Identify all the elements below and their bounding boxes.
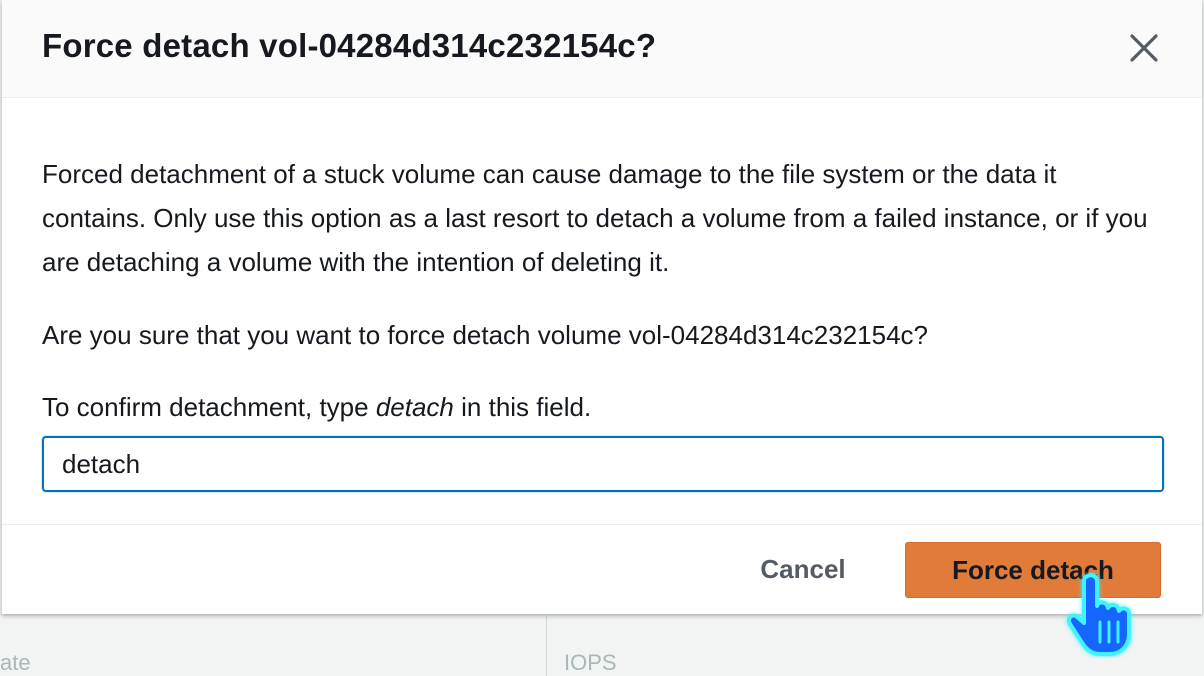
background-panel-left	[0, 616, 547, 676]
dialog-title: Force detach vol-04284d314c232154c?	[42, 27, 657, 64]
force-detach-dialog: Force detach vol-04284d314c232154c? Forc…	[2, 0, 1202, 614]
close-icon	[1130, 34, 1158, 62]
confirmation-question: Are you sure that you want to force deta…	[42, 320, 929, 350]
cancel-button[interactable]: Cancel	[740, 542, 866, 596]
confirm-instruction: To confirm detachment, type detach in th…	[42, 385, 1164, 429]
confirm-instruction-prefix: To confirm detachment, type	[42, 392, 376, 422]
dialog-header: Force detach vol-04284d314c232154c?	[2, 0, 1202, 98]
force-detach-button[interactable]: Force detach	[905, 542, 1161, 598]
warning-text: Forced detachment of a stuck volume can …	[42, 159, 1148, 277]
background-column-label-left: ate	[0, 650, 31, 675]
dialog-footer: Cancel Force detach	[2, 524, 1202, 614]
background-panel-right	[547, 616, 1204, 676]
confirm-keyword: detach	[375, 392, 454, 422]
background-column-label-iops: IOPS	[564, 650, 617, 675]
close-button[interactable]	[1126, 30, 1162, 66]
confirm-detach-input[interactable]	[42, 436, 1164, 492]
confirm-instruction-suffix: in this field.	[453, 392, 592, 422]
